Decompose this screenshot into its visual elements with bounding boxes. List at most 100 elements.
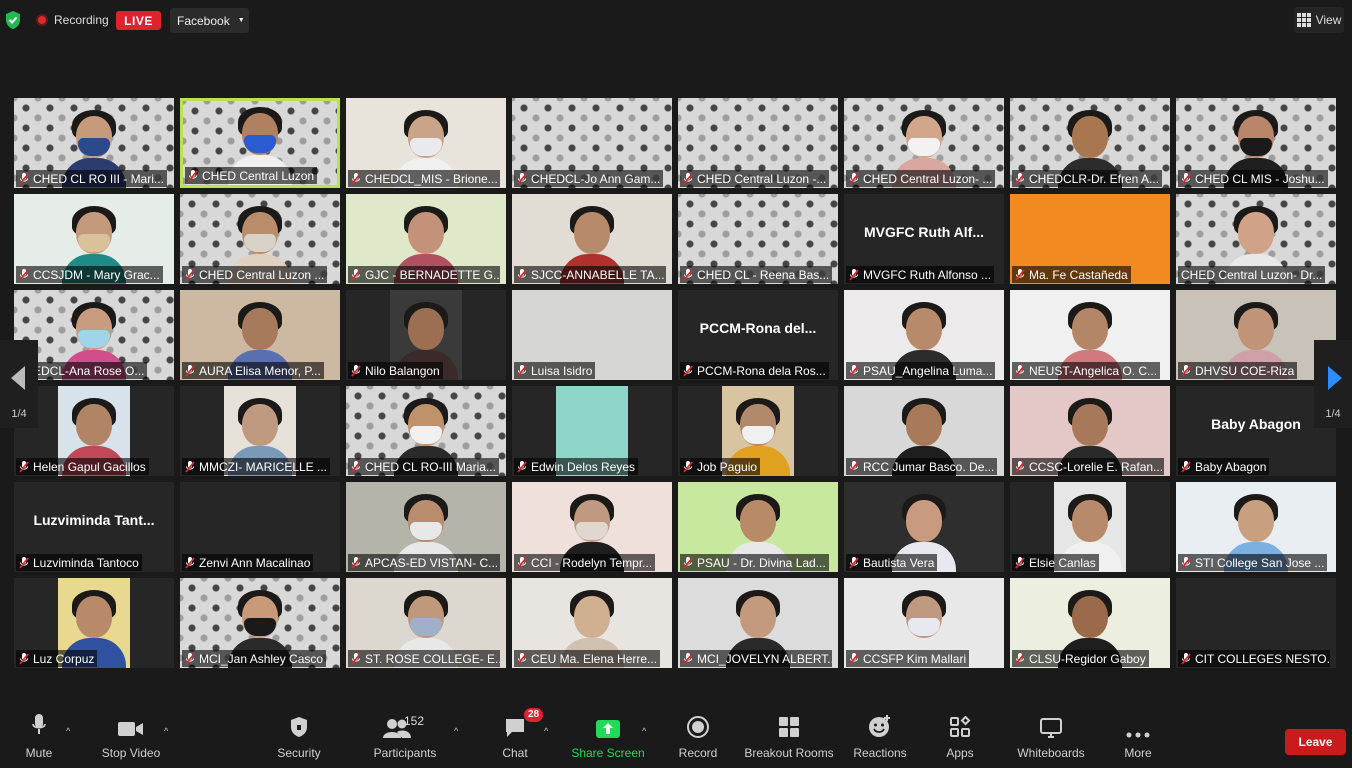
whiteboards-button[interactable]: Whiteboards [1014, 712, 1088, 768]
participant-name-label: CHED Central Luzon- Dr... [1178, 266, 1326, 283]
participant-name: APCAS-ED VISTAN- C... [365, 555, 499, 570]
mute-button[interactable]: Mute [22, 712, 56, 768]
participant-tile[interactable]: PSAU_Angelina Luma... [844, 290, 1004, 380]
participant-tile[interactable]: CHEDCL-Jo Ann Gam... [512, 98, 672, 188]
chevron-down-icon: ▼ [237, 17, 245, 24]
participant-tile[interactable]: CHED CL MIS - Joshu... [1176, 98, 1336, 188]
apps-button[interactable]: Apps [944, 712, 976, 768]
chat-options-caret-icon[interactable]: ^ [544, 726, 548, 736]
participant-name: PCCM-Rona dela Ros... [697, 363, 826, 378]
share-options-caret-icon[interactable]: ^ [642, 726, 646, 736]
participant-tile[interactable]: RCC Jumar Basco. De... [844, 386, 1004, 476]
participant-name: Baby Abagon [1195, 459, 1267, 474]
participant-tile[interactable]: DHVSU COE-Riza [1176, 290, 1336, 380]
participants-button[interactable]: 152 Participants [372, 712, 438, 768]
participant-name-label: Elsie Canlas [1012, 554, 1099, 571]
participant-name: DHVSU COE-Riza [1195, 363, 1295, 378]
security-button[interactable]: Security [276, 712, 322, 768]
live-badge[interactable]: LIVE [116, 11, 161, 30]
arrow-left-icon [11, 366, 25, 390]
next-page-button[interactable]: 1/4 [1314, 340, 1352, 428]
whiteboards-label: Whiteboards [1017, 746, 1085, 760]
more-dots-icon [1126, 732, 1150, 738]
participant-tile[interactable]: Nilo Balangon [346, 290, 506, 380]
muted-microphone-icon [1015, 556, 1025, 569]
participant-tile[interactable]: SJCC-ANNABELLE TA... [512, 194, 672, 284]
participants-options-caret-icon[interactable]: ^ [454, 726, 458, 736]
participant-tile[interactable]: GJC - BERNADETTE G... [346, 194, 506, 284]
muted-microphone-icon [19, 556, 29, 569]
reactions-button[interactable]: Reactions [852, 712, 908, 768]
participant-name-label: Nilo Balangon [348, 362, 443, 379]
whiteboard-icon [1040, 718, 1062, 738]
participant-tile[interactable]: CHEDCLR-Dr. Efren A... [1010, 98, 1170, 188]
reactions-smiley-icon [869, 715, 890, 737]
share-screen-button[interactable]: Share Screen [571, 712, 645, 768]
participant-tile[interactable]: CHEDCL_MIS - Brione... [346, 98, 506, 188]
participant-name: MVGFC Ruth Alfonso ... [863, 267, 992, 282]
muted-microphone-icon [1181, 172, 1191, 185]
audio-options-caret-icon[interactable]: ^ [66, 726, 70, 736]
participant-name: Job Paguio [697, 459, 758, 474]
more-button[interactable]: More [1122, 712, 1154, 768]
participant-tile[interactable]: PCCM-Rona del... PCCM-Rona dela Ros... [678, 290, 838, 380]
previous-page-button[interactable]: 1/4 [0, 340, 38, 428]
participant-tile[interactable]: CHED CL - Reena Bas... [678, 194, 838, 284]
participant-tile[interactable]: MMCZI- MARICELLE ... [180, 386, 340, 476]
participant-tile[interactable]: Luz Corpuz [14, 578, 174, 668]
participant-name: ST. ROSE COLLEGE- E... [365, 651, 500, 666]
recording-indicator[interactable]: Recording [36, 10, 109, 30]
participant-tile[interactable]: CHED Central Luzon- ... [844, 98, 1004, 188]
participant-tile[interactable]: CEU Ma. Elena Herre... [512, 578, 672, 668]
muted-microphone-icon [1181, 364, 1191, 377]
participant-tile[interactable]: EDCL-Ana Rose O... [14, 290, 174, 380]
participant-tile[interactable]: MCI_Jan Ashley Casco [180, 578, 340, 668]
participant-tile[interactable]: CCSC-Lorelie E. Rafan... [1010, 386, 1170, 476]
participant-tile[interactable]: CCSFP Kim Mallari [844, 578, 1004, 668]
participant-tile[interactable]: CCI - Rodelyn Tempr... [512, 482, 672, 572]
participant-tile[interactable]: Luisa Isidro [512, 290, 672, 380]
participant-tile[interactable]: CHED Central Luzon -... [678, 98, 838, 188]
participant-tile[interactable]: APCAS-ED VISTAN- C... [346, 482, 506, 572]
participants-label: Participants [373, 746, 437, 760]
participant-tile[interactable]: CIT COLLEGES NESTO... [1176, 578, 1336, 668]
participant-tile[interactable]: MCI_JOVELYN ALBERT... [678, 578, 838, 668]
chat-button[interactable]: 28 Chat [500, 708, 544, 768]
encryption-shield-icon[interactable] [4, 10, 22, 30]
participant-tile[interactable]: Job Paguio [678, 386, 838, 476]
participant-tile[interactable]: Baby Abagon Baby Abagon [1176, 386, 1336, 476]
participant-tile[interactable]: NEUST-Angelica O. C... [1010, 290, 1170, 380]
participant-tile[interactable]: CCSJDM - Mary Grac... [14, 194, 174, 284]
participant-tile[interactable]: CHED Central Luzon- Dr... [1176, 194, 1336, 284]
participant-tile[interactable]: Edwin Delos Reyes [512, 386, 672, 476]
participant-tile[interactable]: CHED Central Luzon ... [180, 194, 340, 284]
video-options-caret-icon[interactable]: ^ [164, 726, 168, 736]
participant-name-label: Luz Corpuz [16, 650, 98, 667]
participant-tile[interactable]: Ma. Fe Castañeda [1010, 194, 1170, 284]
participant-tile[interactable]: AURA Elisa Menor, P... [180, 290, 340, 380]
record-button[interactable]: Record [678, 712, 718, 768]
participant-name-label: CHEDCL-Jo Ann Gam... [514, 170, 664, 187]
participant-name: Elsie Canlas [1029, 555, 1096, 570]
participant-tile[interactable]: CLSU-Regidor Gaboy [1010, 578, 1170, 668]
view-button[interactable]: View [1294, 7, 1344, 33]
participant-tile[interactable]: CHED CL RO III - Mari... [14, 98, 174, 188]
participant-tile[interactable]: ST. ROSE COLLEGE- E... [346, 578, 506, 668]
stop-video-button[interactable]: Stop Video [100, 712, 162, 768]
muted-microphone-icon [185, 268, 195, 281]
live-stream-target-dropdown[interactable]: Facebook ▼ [170, 8, 249, 33]
participant-tile[interactable]: Bautista Vera [844, 482, 1004, 572]
breakout-rooms-button[interactable]: Breakout Rooms [744, 712, 834, 768]
participant-tile[interactable]: Zenvi Ann Macalinao [180, 482, 340, 572]
participant-tile[interactable]: CHED CL RO-III Maria... [346, 386, 506, 476]
participant-name: Nilo Balangon [365, 363, 440, 378]
participant-tile[interactable]: PSAU - Dr. Divina Lad... [678, 482, 838, 572]
participant-tile[interactable]: CHED Central Luzon [180, 98, 340, 188]
participant-tile[interactable]: Helen Gapul Gacillos [14, 386, 174, 476]
participant-tile[interactable]: STI College San Jose ... [1176, 482, 1336, 572]
participant-tile[interactable]: Elsie Canlas [1010, 482, 1170, 572]
leave-button[interactable]: Leave [1285, 729, 1346, 755]
participant-tile[interactable]: Luzviminda Tant... Luzviminda Tantoco [14, 482, 174, 572]
participant-tile[interactable]: MVGFC Ruth Alf... MVGFC Ruth Alfonso ... [844, 194, 1004, 284]
participant-name: Ma. Fe Castañeda [1029, 267, 1128, 282]
